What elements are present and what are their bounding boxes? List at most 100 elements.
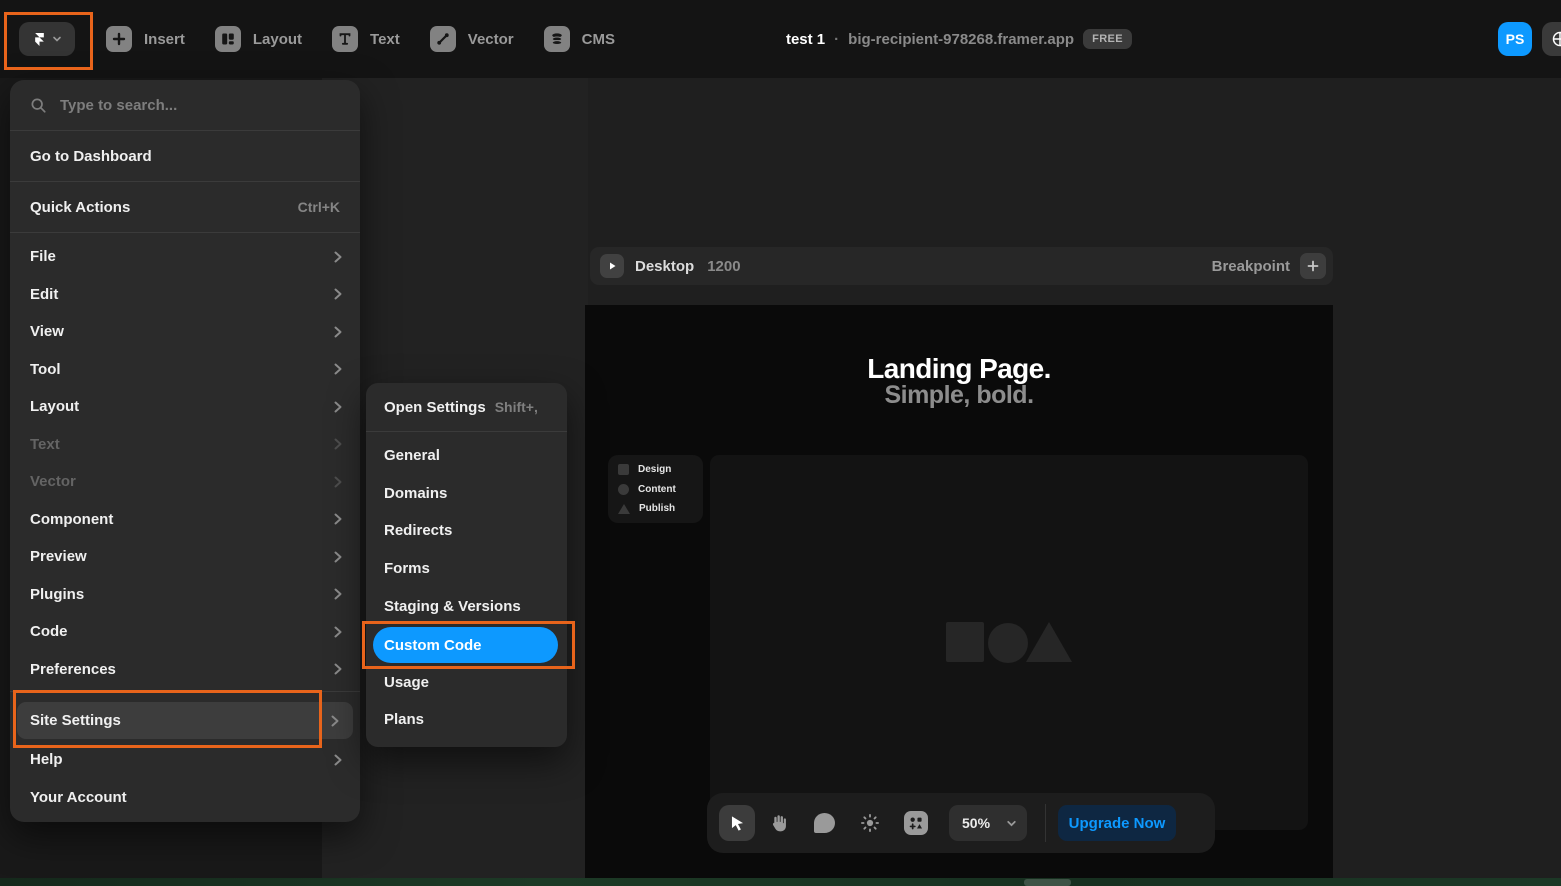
vector-icon — [430, 26, 456, 52]
shapes-panel-icon — [904, 811, 928, 835]
menu-item-code[interactable]: Code — [10, 613, 360, 651]
submenu-item-open-settings[interactable]: Open Settings Shift+, — [366, 383, 567, 431]
framer-logo-icon — [33, 33, 46, 46]
insert-panel-button[interactable] — [893, 811, 939, 835]
canvas-triangle-shape[interactable] — [1026, 622, 1072, 662]
cms-button[interactable]: CMS — [544, 26, 615, 52]
menu-item-tool[interactable]: Tool — [10, 351, 360, 389]
zoom-value: 50% — [962, 815, 1006, 831]
canvas-circle-shape[interactable] — [988, 623, 1028, 663]
menu-divider — [10, 232, 360, 233]
bottom-window-edge — [0, 878, 1561, 886]
mode-content[interactable]: Content — [618, 484, 693, 495]
breakpoint-label: Breakpoint — [1212, 258, 1290, 275]
menu-item-your-account[interactable]: Your Account — [10, 779, 360, 817]
menu-item-layout[interactable]: Layout — [10, 388, 360, 426]
chevron-right-icon — [334, 401, 342, 413]
page-subtitle[interactable]: Simple, bold. — [585, 381, 1333, 410]
menu-item-quick-actions[interactable]: Quick Actions Ctrl+K — [10, 182, 360, 232]
play-button[interactable] — [600, 254, 624, 278]
menu-item-edit[interactable]: Edit — [10, 276, 360, 314]
select-tool-button[interactable] — [719, 805, 755, 841]
site-settings-submenu: Open Settings Shift+, General Domains Re… — [366, 383, 567, 747]
chevron-right-icon — [334, 251, 342, 263]
circle-icon — [618, 484, 629, 495]
plan-badge: FREE — [1083, 29, 1132, 49]
open-settings-shortcut: Shift+, — [495, 399, 538, 415]
plus-icon — [106, 26, 132, 52]
submenu-item-domains[interactable]: Domains — [366, 475, 567, 513]
breakpoint-device-label: Desktop — [635, 258, 694, 275]
framer-menu-button[interactable] — [19, 22, 75, 56]
text-label: Text — [370, 31, 400, 48]
upgrade-now-button[interactable]: Upgrade Now — [1058, 805, 1176, 841]
canvas-toolbar: 50% Upgrade Now — [707, 793, 1215, 853]
project-separator: · — [834, 31, 839, 48]
comment-tool-button[interactable] — [801, 813, 847, 833]
submenu-item-staging-versions[interactable]: Staging & Versions — [366, 587, 567, 625]
chevron-right-icon — [334, 588, 342, 600]
pan-tool-button[interactable] — [755, 813, 801, 834]
vector-button[interactable]: Vector — [430, 26, 514, 52]
add-breakpoint-button[interactable] — [1300, 253, 1326, 279]
menu-item-vector: Vector — [10, 463, 360, 501]
submenu-item-redirects[interactable]: Redirects — [366, 512, 567, 550]
cms-icon — [544, 26, 570, 52]
chevron-right-icon — [334, 438, 342, 450]
menu-item-go-to-dashboard[interactable]: Go to Dashboard — [10, 131, 360, 181]
chevron-right-icon — [331, 715, 339, 727]
globe-button[interactable] — [1542, 22, 1561, 56]
comment-icon — [814, 813, 835, 833]
user-avatar[interactable]: PS — [1498, 22, 1532, 56]
square-icon — [618, 464, 629, 475]
mode-publish[interactable]: Publish — [618, 503, 693, 514]
layout-button[interactable]: Layout — [215, 26, 302, 52]
submenu-item-usage[interactable]: Usage — [366, 664, 567, 702]
text-icon — [332, 26, 358, 52]
chevron-right-icon — [334, 513, 342, 525]
quick-actions-shortcut: Ctrl+K — [298, 199, 340, 215]
menu-item-site-settings[interactable]: Site Settings — [17, 702, 353, 739]
menu-item-help[interactable]: Help — [10, 741, 360, 779]
zoom-dropdown[interactable]: 50% — [949, 805, 1027, 841]
breakpoint-bar[interactable]: Desktop 1200 Breakpoint — [590, 247, 1333, 285]
mode-panel: Design Content Publish — [608, 455, 703, 523]
chevron-right-icon — [334, 326, 342, 338]
submenu-item-plans[interactable]: Plans — [366, 701, 567, 739]
submenu-item-general[interactable]: General — [366, 437, 567, 475]
chevron-right-icon — [334, 476, 342, 488]
menu-item-preview[interactable]: Preview — [10, 538, 360, 576]
globe-icon — [1551, 30, 1561, 48]
menu-item-plugins[interactable]: Plugins — [10, 576, 360, 614]
layout-label: Layout — [253, 31, 302, 48]
menu-item-preferences[interactable]: Preferences — [10, 651, 360, 689]
triangle-icon — [618, 504, 630, 514]
hand-icon — [768, 813, 789, 834]
project-domain: big-recipient-978268.framer.app — [848, 31, 1074, 48]
menu-item-text: Text — [10, 426, 360, 464]
appearance-button[interactable] — [847, 812, 893, 834]
submenu-item-forms[interactable]: Forms — [366, 550, 567, 588]
cursor-icon — [728, 814, 747, 833]
search-input[interactable] — [60, 97, 340, 114]
menu-item-view[interactable]: View — [10, 313, 360, 351]
submenu-item-custom-code[interactable]: Custom Code — [373, 627, 558, 663]
tool-buttons: Insert Layout Text Vector — [106, 0, 615, 78]
canvas-square-shape[interactable] — [946, 622, 984, 662]
insert-label: Insert — [144, 31, 185, 48]
text-button[interactable]: Text — [332, 26, 400, 52]
chevron-down-icon — [1006, 818, 1017, 829]
insert-button[interactable]: Insert — [106, 26, 185, 52]
menu-search[interactable] — [10, 80, 360, 130]
menu-item-component[interactable]: Component — [10, 501, 360, 539]
chevron-right-icon — [334, 551, 342, 563]
toolbar-divider — [1045, 804, 1046, 842]
main-menu: Go to Dashboard Quick Actions Ctrl+K Fil… — [10, 80, 360, 822]
menu-item-file[interactable]: File — [10, 238, 360, 276]
mode-design[interactable]: Design — [618, 464, 693, 475]
chevron-right-icon — [334, 754, 342, 766]
project-title[interactable]: test 1 · big-recipient-978268.framer.app… — [786, 0, 1132, 78]
bottom-window-tab — [1024, 879, 1071, 886]
breakpoint-controls: Breakpoint — [1212, 253, 1326, 279]
chevron-right-icon — [334, 626, 342, 638]
